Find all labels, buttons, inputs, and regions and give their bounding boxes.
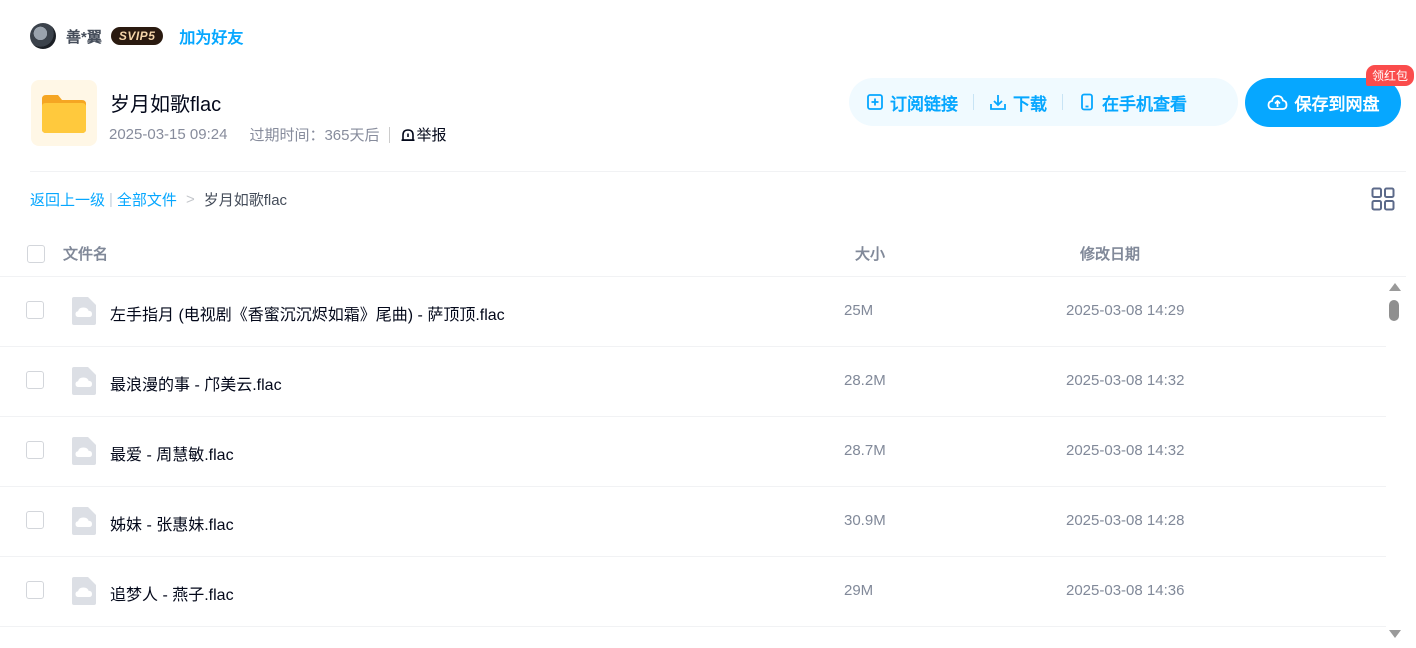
subscribe-link-button[interactable]: 订阅链接 xyxy=(866,90,958,115)
file-size: 25M xyxy=(844,302,874,319)
row-checkbox[interactable] xyxy=(26,581,44,599)
table-row[interactable]: 最浪漫的事 - 邝美云.flac 28.2M 2025-03-08 14:32 xyxy=(0,347,1386,417)
breadcrumb: 返回上一级 | 全部文件 > 岁月如歌flac xyxy=(30,189,287,210)
sharer-info: 善*翼 SVIP5 加为好友 xyxy=(30,22,243,50)
file-name[interactable]: 姊妹 - 张惠妹.flac xyxy=(110,511,234,535)
cloud-file-icon xyxy=(71,506,97,541)
folder-icon xyxy=(42,95,86,133)
file-name[interactable]: 最爱 - 周慧敏.flac xyxy=(110,441,234,465)
table-row[interactable]: 左手指月 (电视剧《香蜜沉沉烬如霜》尾曲) - 萨顶顶.flac 25M 202… xyxy=(0,277,1386,347)
file-modified-date: 2025-03-08 14:29 xyxy=(1066,302,1185,319)
download-label: 下载 xyxy=(1013,94,1047,114)
report-button[interactable]: 举报 xyxy=(400,124,446,145)
chevron-right-icon: > xyxy=(185,191,195,208)
divider xyxy=(1062,94,1063,110)
add-friend-link[interactable]: 加为好友 xyxy=(179,24,243,48)
divider: | xyxy=(109,191,113,208)
cloud-file-icon xyxy=(71,296,97,331)
action-bar: 订阅链接 下载 在手机查看 xyxy=(849,78,1238,126)
alarm-icon xyxy=(401,128,415,141)
file-name[interactable]: 最浪漫的事 - 邝美云.flac xyxy=(110,371,282,395)
download-button[interactable]: 下载 xyxy=(989,90,1047,115)
column-header-size[interactable]: 大小 xyxy=(855,243,885,264)
scrollbar-thumb[interactable] xyxy=(1389,300,1399,321)
view-on-phone-button[interactable]: 在手机查看 xyxy=(1078,90,1187,115)
table-row[interactable]: 姊妹 - 张惠妹.flac 30.9M 2025-03-08 14:28 xyxy=(0,487,1386,557)
cloud-file-icon xyxy=(71,436,97,471)
file-size: 30.9M xyxy=(844,512,886,529)
row-checkbox[interactable] xyxy=(26,371,44,389)
file-size: 28.2M xyxy=(844,372,886,389)
row-checkbox[interactable] xyxy=(26,511,44,529)
subscribe-icon xyxy=(867,94,883,110)
file-name[interactable]: 追梦人 - 燕子.flac xyxy=(110,581,234,605)
save-label: 保存到网盘 xyxy=(1294,95,1380,114)
grid-view-icon[interactable] xyxy=(1371,187,1395,216)
row-checkbox[interactable] xyxy=(26,441,44,459)
file-modified-date: 2025-03-08 14:32 xyxy=(1066,372,1185,389)
cloud-file-icon xyxy=(71,576,97,611)
cloud-upload-icon xyxy=(1267,94,1287,110)
phone-icon xyxy=(1081,93,1093,111)
scroll-down-arrow-icon[interactable] xyxy=(1389,630,1401,638)
table-row[interactable]: 最爱 - 周慧敏.flac 28.7M 2025-03-08 14:32 xyxy=(0,417,1386,487)
download-icon xyxy=(990,95,1006,110)
report-label: 举报 xyxy=(416,127,447,144)
column-header-name[interactable]: 文件名 xyxy=(63,243,108,264)
avatar[interactable] xyxy=(30,23,56,49)
share-expire-time: 过期时间：365天后 xyxy=(249,127,380,144)
cloud-file-icon xyxy=(71,366,97,401)
row-checkbox[interactable] xyxy=(26,301,44,319)
all-files-link[interactable]: 全部文件 xyxy=(117,189,177,210)
divider xyxy=(973,94,974,110)
file-size: 29M xyxy=(844,582,874,599)
file-modified-date: 2025-03-08 14:28 xyxy=(1066,512,1185,529)
share-created-date: 2025-03-15 09:24 xyxy=(109,126,228,143)
subscribe-label: 订阅链接 xyxy=(890,94,958,114)
scrollbar[interactable] xyxy=(1386,277,1406,648)
column-header-modified[interactable]: 修改日期 xyxy=(1080,243,1140,264)
divider xyxy=(30,171,1406,172)
table-row[interactable]: 追梦人 - 燕子.flac 29M 2025-03-08 14:36 xyxy=(0,557,1386,627)
divider xyxy=(389,126,391,143)
file-name[interactable]: 左手指月 (电视剧《香蜜沉沉烬如霜》尾曲) - 萨顶顶.flac xyxy=(110,301,505,325)
scroll-up-arrow-icon[interactable] xyxy=(1389,283,1401,291)
back-link[interactable]: 返回上一级 xyxy=(30,189,105,210)
sharer-name: 善*翼 xyxy=(66,28,102,46)
file-size: 28.7M xyxy=(844,442,886,459)
red-packet-badge[interactable]: 领红包 xyxy=(1366,65,1415,86)
table-header: 文件名 大小 修改日期 xyxy=(0,236,1406,277)
share-meta: 2025-03-15 09:24 过期时间：365天后 举报 xyxy=(109,124,446,145)
file-modified-date: 2025-03-08 14:36 xyxy=(1066,582,1185,599)
share-folder-thumbnail xyxy=(31,80,97,146)
file-modified-date: 2025-03-08 14:32 xyxy=(1066,442,1185,459)
share-title: 岁月如歌flac xyxy=(110,94,222,116)
select-all-checkbox[interactable] xyxy=(27,245,45,263)
current-folder: 岁月如歌flac xyxy=(203,192,288,209)
vip-badge: SVIP5 xyxy=(110,27,164,45)
view-on-phone-label: 在手机查看 xyxy=(1102,94,1187,114)
file-list: 左手指月 (电视剧《香蜜沉沉烬如霜》尾曲) - 萨顶顶.flac 25M 202… xyxy=(0,277,1386,648)
